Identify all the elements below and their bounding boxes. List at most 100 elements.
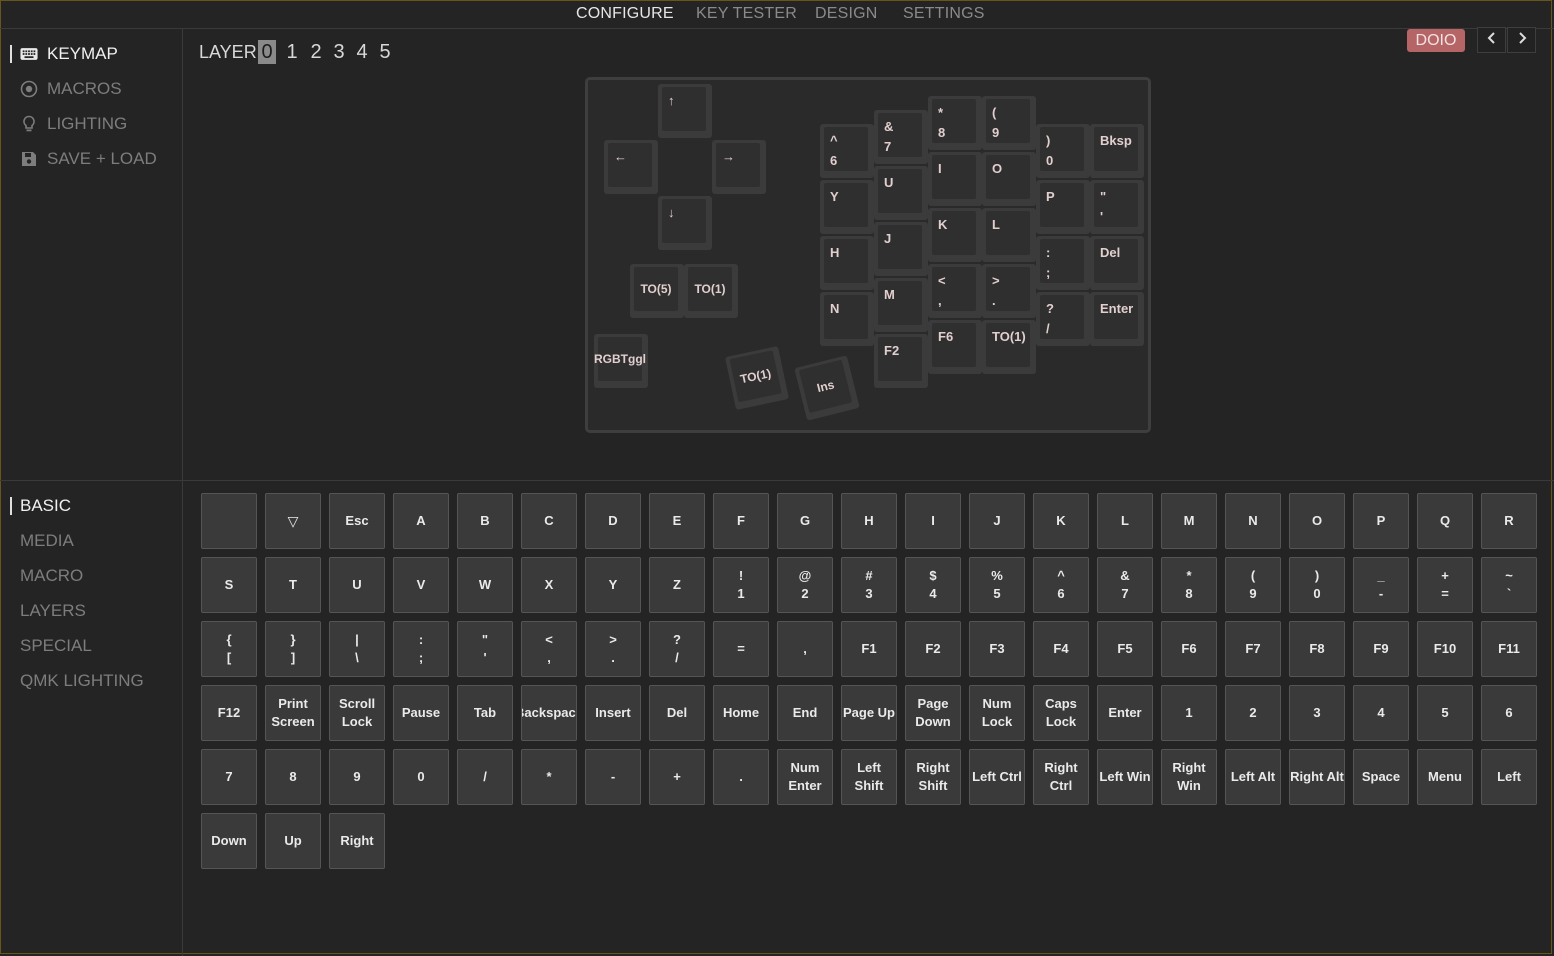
keycode-button[interactable]: Page Down: [905, 685, 961, 741]
keycode-button[interactable]: Pause: [393, 685, 449, 741]
keycode-button[interactable]: Z: [649, 557, 705, 613]
keycode-button[interactable]: ^ 6: [1033, 557, 1089, 613]
keycode-button[interactable]: T: [265, 557, 321, 613]
keycode-button[interactable]: _ -: [1353, 557, 1409, 613]
keycode-button[interactable]: D: [585, 493, 641, 549]
keycode-button[interactable]: Right Shift: [905, 749, 961, 805]
keycode-button[interactable]: F3: [969, 621, 1025, 677]
keycode-button[interactable]: # 3: [841, 557, 897, 613]
layer-button-4[interactable]: 4: [353, 40, 371, 64]
prev-device-button[interactable]: [1477, 27, 1506, 53]
category-layers[interactable]: LAYERS: [20, 601, 86, 621]
keycode-button[interactable]: E: [649, 493, 705, 549]
keycode-button[interactable]: [201, 493, 257, 549]
keycode-button[interactable]: 9: [329, 749, 385, 805]
keycode-button[interactable]: Tab: [457, 685, 513, 741]
keycode-button[interactable]: H: [841, 493, 897, 549]
keycode-button[interactable]: /: [457, 749, 513, 805]
keycode-button[interactable]: R: [1481, 493, 1537, 549]
keycode-button[interactable]: S: [201, 557, 257, 613]
tab-configure[interactable]: CONFIGURE: [576, 5, 674, 23]
sidebar-item-lighting[interactable]: LIGHTING: [20, 114, 127, 134]
keycode-button[interactable]: .: [713, 749, 769, 805]
keycode-button[interactable]: ? /: [649, 621, 705, 677]
keycode-button[interactable]: B: [457, 493, 513, 549]
layer-button-2[interactable]: 2: [307, 40, 325, 64]
keycode-button[interactable]: " ': [457, 621, 513, 677]
keycode-button[interactable]: 2: [1225, 685, 1281, 741]
keycode-button[interactable]: G: [777, 493, 833, 549]
keycode-button[interactable]: Num Lock: [969, 685, 1025, 741]
keymap-key[interactable]: N: [820, 292, 874, 346]
keymap-key[interactable]: ←: [604, 140, 658, 194]
keycode-button[interactable]: Num Enter: [777, 749, 833, 805]
keymap-key[interactable]: Del: [1090, 236, 1144, 290]
keymap-key[interactable]: ( 9: [982, 96, 1036, 150]
keycode-button[interactable]: Right Ctrl: [1033, 749, 1089, 805]
keycode-button[interactable]: Left: [1481, 749, 1537, 805]
keycode-button[interactable]: Space: [1353, 749, 1409, 805]
category-macro[interactable]: MACRO: [20, 566, 83, 586]
layer-button-0[interactable]: 0: [258, 40, 276, 64]
keycode-button[interactable]: } ]: [265, 621, 321, 677]
sidebar-item-save-load[interactable]: SAVE + LOAD: [20, 149, 157, 169]
keycode-button[interactable]: 3: [1289, 685, 1345, 741]
keycode-button[interactable]: P: [1353, 493, 1409, 549]
keycode-button[interactable]: F6: [1161, 621, 1217, 677]
keycode-button[interactable]: J: [969, 493, 1025, 549]
keycode-button[interactable]: Menu: [1417, 749, 1473, 805]
keycode-button[interactable]: : ;: [393, 621, 449, 677]
keymap-key[interactable]: Bksp: [1090, 124, 1144, 178]
keycode-button[interactable]: ,: [777, 621, 833, 677]
category-special[interactable]: SPECIAL: [20, 636, 92, 656]
layer-button-3[interactable]: 3: [330, 40, 348, 64]
keycode-button[interactable]: Insert: [585, 685, 641, 741]
keycode-button[interactable]: U: [329, 557, 385, 613]
keycode-button[interactable]: Backspace: [521, 685, 577, 741]
keymap-key[interactable]: ↓: [658, 196, 712, 250]
keymap-key[interactable]: Ins: [794, 355, 860, 421]
keycode-button[interactable]: F1: [841, 621, 897, 677]
keymap-key[interactable]: > .: [982, 264, 1036, 318]
keycode-button[interactable]: F4: [1033, 621, 1089, 677]
keycode-button[interactable]: *: [521, 749, 577, 805]
layer-button-5[interactable]: 5: [376, 40, 394, 64]
keymap-key[interactable]: →: [712, 140, 766, 194]
keycode-button[interactable]: V: [393, 557, 449, 613]
keycode-button[interactable]: 0: [393, 749, 449, 805]
keycode-button[interactable]: A: [393, 493, 449, 549]
keymap-key[interactable]: H: [820, 236, 874, 290]
keycode-button[interactable]: +: [649, 749, 705, 805]
keycode-button[interactable]: Caps Lock: [1033, 685, 1089, 741]
keycode-button[interactable]: F11: [1481, 621, 1537, 677]
keymap-key[interactable]: M: [874, 278, 928, 332]
keycode-button[interactable]: Right Alt: [1289, 749, 1345, 805]
keycode-button[interactable]: N: [1225, 493, 1281, 549]
keycode-button[interactable]: ( 9: [1225, 557, 1281, 613]
layer-button-1[interactable]: 1: [283, 40, 301, 64]
keycode-button[interactable]: F8: [1289, 621, 1345, 677]
keymap-key[interactable]: O: [982, 152, 1036, 206]
sidebar-item-keymap[interactable]: KEYMAP: [20, 44, 118, 64]
keycode-button[interactable]: C: [521, 493, 577, 549]
keycode-button[interactable]: Home: [713, 685, 769, 741]
keycode-button[interactable]: 5: [1417, 685, 1473, 741]
keycode-button[interactable]: { [: [201, 621, 257, 677]
keymap-key[interactable]: I: [928, 152, 982, 206]
keycode-button[interactable]: 6: [1481, 685, 1537, 741]
keycode-button[interactable]: 1: [1161, 685, 1217, 741]
keycode-button[interactable]: ! 1: [713, 557, 769, 613]
keymap-key[interactable]: & 7: [874, 110, 928, 164]
keycode-button[interactable]: Left Alt: [1225, 749, 1281, 805]
keymap-key[interactable]: ? /: [1036, 292, 1090, 346]
keycode-button[interactable]: F: [713, 493, 769, 549]
keymap-key[interactable]: < ,: [928, 264, 982, 318]
keymap-key[interactable]: TO(1): [982, 320, 1036, 374]
keymap-key[interactable]: : ;: [1036, 236, 1090, 290]
keycode-button[interactable]: ~ `: [1481, 557, 1537, 613]
keycode-button[interactable]: F7: [1225, 621, 1281, 677]
keycode-button[interactable]: < ,: [521, 621, 577, 677]
keymap-key[interactable]: RGBTggl: [594, 334, 648, 388]
keycode-button[interactable]: ▽: [265, 493, 321, 549]
keymap-key[interactable]: ^ 6: [820, 124, 874, 178]
